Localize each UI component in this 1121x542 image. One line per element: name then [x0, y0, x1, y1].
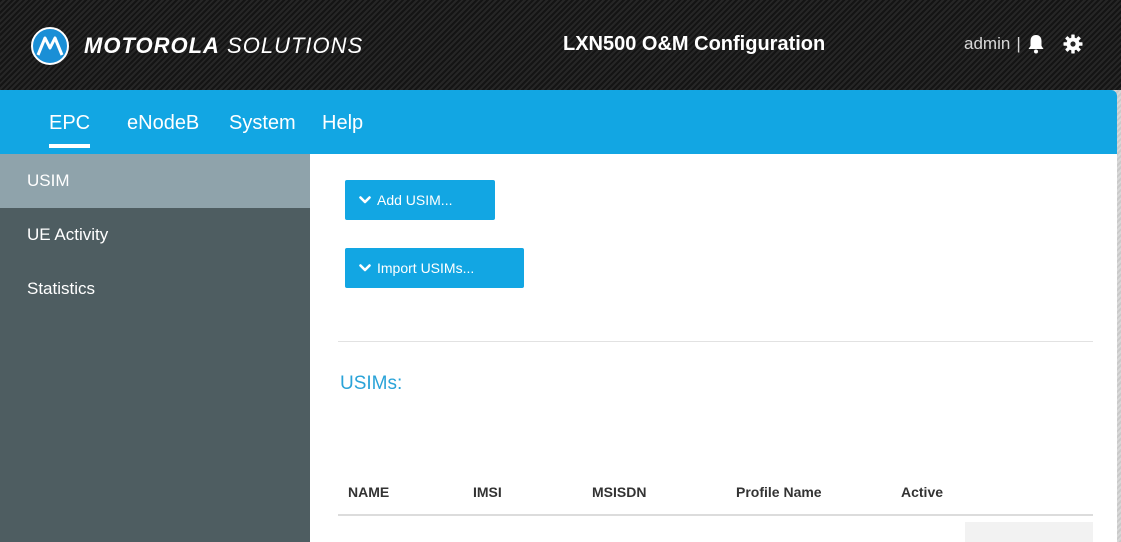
column-header-active[interactable]: Active	[901, 484, 943, 500]
main-content: Add USIM... Import USIMs... USIMs: NAME …	[310, 154, 1117, 542]
import-usims-button[interactable]: Import USIMs...	[345, 248, 524, 288]
username-link[interactable]: admin	[964, 34, 1010, 54]
usims-section-title: USIMs:	[340, 373, 403, 394]
table-row-stub	[965, 522, 1093, 542]
column-header-imsi[interactable]: IMSI	[473, 484, 502, 500]
gear-icon[interactable]	[1063, 34, 1083, 54]
chevron-down-icon	[359, 263, 371, 273]
column-header-profile-name[interactable]: Profile Name	[736, 484, 822, 500]
tab-enodeb[interactable]: eNodeB	[127, 112, 199, 135]
main-nav: EPC eNodeB System Help	[0, 90, 1117, 154]
column-header-name[interactable]: NAME	[348, 484, 389, 500]
chevron-down-icon	[359, 195, 371, 205]
usim-table-header: NAME IMSI MSISDN Profile Name Active	[338, 474, 1093, 516]
add-usim-label: Add USIM...	[377, 192, 453, 208]
tab-epc[interactable]: EPC	[49, 112, 91, 148]
section-divider	[338, 341, 1093, 342]
tab-system[interactable]: System	[229, 112, 296, 135]
sidebar-item-usim[interactable]: USIM	[0, 154, 310, 208]
column-header-msisdn[interactable]: MSISDN	[592, 484, 646, 500]
motorola-logo-icon	[31, 27, 69, 65]
brand-name: MOTOROLA SOLUTIONS	[84, 33, 363, 59]
sidebar-item-ue-activity[interactable]: UE Activity	[0, 208, 310, 262]
brand-light: SOLUTIONS	[227, 33, 364, 58]
import-usims-label: Import USIMs...	[377, 260, 475, 276]
user-separator: |	[1016, 34, 1021, 53]
top-header: MOTOROLA SOLUTIONS LXN500 O&M Configurat…	[0, 0, 1121, 90]
tab-help[interactable]: Help	[322, 112, 363, 135]
app-title: LXN500 O&M Configuration	[563, 33, 826, 55]
brand-bold: MOTOROLA	[84, 33, 220, 58]
sidebar-item-statistics[interactable]: Statistics	[0, 262, 310, 316]
add-usim-button[interactable]: Add USIM...	[345, 180, 495, 220]
user-area: admin |	[964, 34, 1083, 54]
bell-icon[interactable]	[1027, 34, 1045, 54]
sidebar: USIM UE Activity Statistics	[0, 154, 310, 542]
